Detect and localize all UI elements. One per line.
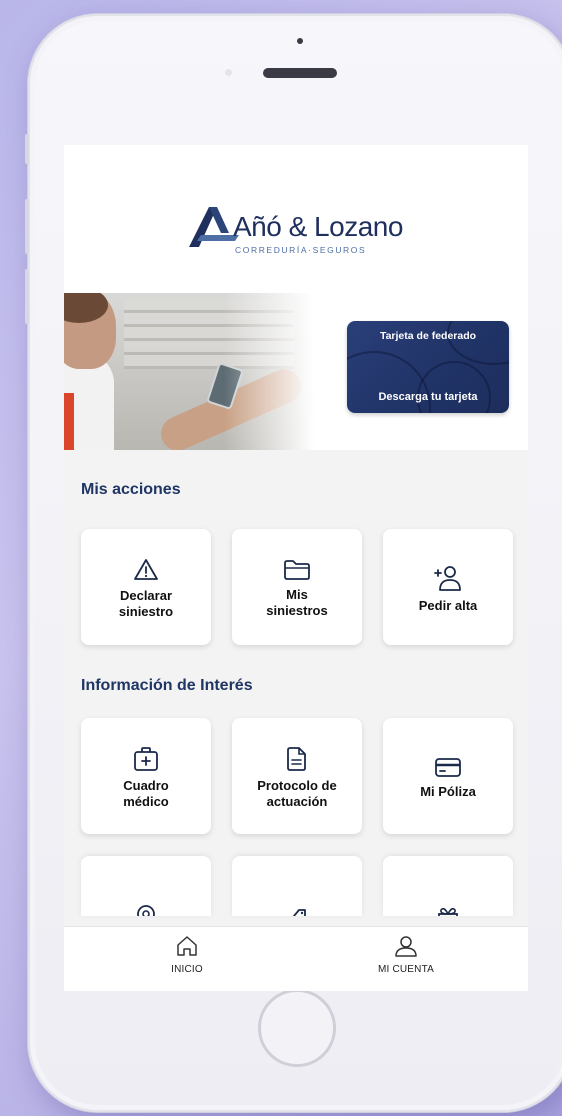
medical-kit-icon xyxy=(134,747,158,771)
header-area: Añó & Lozano CORREDURÍA·SEGUROS xyxy=(64,145,528,293)
location-pin-icon xyxy=(137,905,155,916)
folder-icon xyxy=(284,560,310,580)
front-camera xyxy=(297,38,303,44)
declarar-siniestro-button[interactable]: Declarar siniestro xyxy=(81,529,211,645)
home-button[interactable] xyxy=(258,989,336,1067)
warning-triangle-icon xyxy=(134,559,158,580)
app-screen: Añó & Lozano CORREDURÍA·SEGUROS Tarjeta … xyxy=(64,145,528,991)
user-icon xyxy=(395,936,417,957)
partial-tile-1[interactable] xyxy=(81,856,211,916)
brand-logo: Añó & Lozano CORREDURÍA·SEGUROS xyxy=(187,205,417,265)
add-user-icon xyxy=(434,566,461,591)
tile-label: Protocolo de actuación xyxy=(257,778,337,809)
promo-banner: Tarjeta de federado Descarga tu tarjeta xyxy=(64,293,528,450)
tag-icon xyxy=(292,909,306,916)
section-title-acciones: Mis acciones xyxy=(81,481,181,498)
tab-inicio[interactable]: INICIO xyxy=(127,935,247,977)
banner-photo xyxy=(64,293,314,450)
tab-mi-cuenta[interactable]: MI CUENTA xyxy=(346,935,466,977)
federado-card[interactable]: Tarjeta de federado Descarga tu tarjeta xyxy=(347,321,509,413)
home-icon xyxy=(177,936,197,956)
tile-label: Declarar siniestro xyxy=(118,588,174,619)
bottom-tab-bar: INICIO MI CUENTA xyxy=(64,926,528,991)
tile-label: Mis siniestros xyxy=(266,587,328,618)
proximity-sensor xyxy=(225,69,232,76)
partial-tile-2[interactable] xyxy=(232,856,362,916)
volume-down-button xyxy=(25,269,29,324)
protocolo-actuacion-button[interactable]: Protocolo de actuación xyxy=(232,718,362,834)
volume-up-button xyxy=(25,199,29,254)
document-icon xyxy=(287,747,306,771)
logo-name: Añó & Lozano xyxy=(233,211,403,242)
credit-card-icon xyxy=(435,758,461,777)
tab-label-inicio: INICIO xyxy=(171,964,203,975)
earpiece-speaker xyxy=(263,68,337,78)
logo-subtitle: CORREDURÍA·SEGUROS xyxy=(235,245,367,255)
tile-label: Pedir alta xyxy=(418,598,478,613)
mi-poliza-button[interactable]: Mi Póliza xyxy=(383,718,513,834)
federado-card-title: Tarjeta de federado xyxy=(379,330,477,342)
gift-icon xyxy=(438,907,458,916)
partial-tile-3[interactable] xyxy=(383,856,513,916)
tab-label-mi-cuenta: MI CUENTA xyxy=(377,964,435,975)
cuadro-medico-button[interactable]: Cuadro médico xyxy=(81,718,211,834)
download-card-link[interactable]: Descarga tu tarjeta xyxy=(347,391,509,403)
mute-switch xyxy=(25,134,29,164)
pedir-alta-button[interactable]: Pedir alta xyxy=(383,529,513,645)
section-title-interes: Información de Interés xyxy=(81,677,253,694)
tile-label: Cuadro médico xyxy=(123,778,169,809)
mis-siniestros-button[interactable]: Mis siniestros xyxy=(232,529,362,645)
tile-label: Mi Póliza xyxy=(420,784,476,799)
